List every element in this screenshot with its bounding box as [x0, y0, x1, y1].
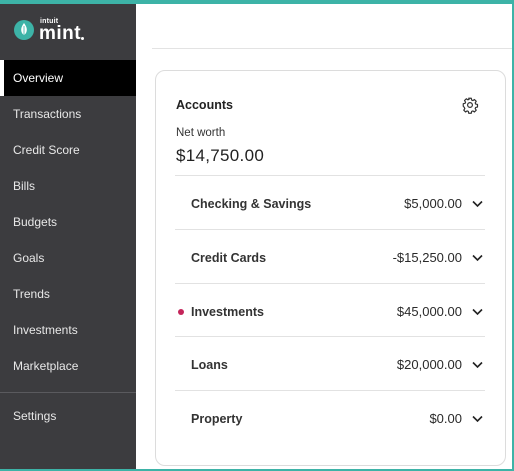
sidebar-item-label: Credit Score — [13, 143, 80, 157]
sidebar-item-transactions[interactable]: Transactions — [0, 96, 136, 132]
sidebar-item-trends[interactable]: Trends — [0, 276, 136, 312]
account-name: Checking & Savings — [191, 197, 312, 211]
sidebar: intuit mint Overview Transactions Credit… — [0, 4, 136, 469]
sidebar-item-label: Investments — [13, 323, 78, 337]
account-amount: $0.00 — [429, 411, 462, 426]
account-row-credit-cards[interactable]: Credit Cards -$15,250.00 — [175, 229, 485, 282]
sidebar-item-label: Goals — [13, 251, 45, 265]
account-name: Loans — [191, 358, 228, 372]
alert-dot-icon — [178, 309, 184, 315]
account-row-loans[interactable]: Loans $20,000.00 — [175, 336, 485, 389]
account-amount: -$15,250.00 — [392, 250, 462, 265]
account-name: Investments — [191, 305, 264, 319]
sidebar-item-label: Budgets — [13, 215, 58, 229]
sidebar-item-budgets[interactable]: Budgets — [0, 204, 136, 240]
sidebar-item-label: Overview — [13, 71, 64, 85]
accounts-title: Accounts — [176, 98, 233, 112]
accounts-card: Accounts Net worth $14,750.00 Checking &… — [155, 70, 506, 466]
logo-wordmark: intuit mint — [39, 16, 99, 44]
sidebar-item-label: Marketplace — [13, 359, 79, 373]
sidebar-item-label: Settings — [13, 409, 57, 423]
account-row-property[interactable]: Property $0.00 — [175, 390, 485, 443]
gear-icon[interactable] — [461, 96, 479, 114]
sidebar-item-label: Transactions — [13, 107, 82, 121]
sidebar-item-label: Bills — [13, 179, 36, 193]
header-divider — [152, 48, 512, 49]
chevron-down-icon — [472, 415, 483, 423]
sidebar-item-credit-score[interactable]: Credit Score — [0, 132, 136, 168]
account-amount: $45,000.00 — [396, 304, 462, 319]
sidebar-item-settings[interactable]: Settings — [0, 398, 136, 434]
logo-dot — [81, 37, 84, 40]
logo-product-text: mint — [39, 23, 82, 44]
net-worth-value: $14,750.00 — [176, 146, 265, 165]
sidebar-item-label: Trends — [13, 287, 50, 301]
account-amount: $20,000.00 — [396, 357, 462, 372]
account-row-investments[interactable]: Investments $45,000.00 — [175, 283, 485, 336]
sidebar-item-investments[interactable]: Investments — [0, 312, 136, 348]
sidebar-item-marketplace[interactable]: Marketplace — [0, 348, 136, 384]
net-worth-label: Net worth — [176, 127, 226, 139]
account-row-checking-savings[interactable]: Checking & Savings $5,000.00 — [175, 175, 485, 228]
chevron-down-icon — [472, 361, 483, 369]
chevron-down-icon — [472, 254, 483, 262]
chevron-down-icon — [472, 308, 483, 316]
account-name: Property — [191, 412, 243, 426]
account-amount: $5,000.00 — [404, 196, 462, 211]
sidebar-divider — [0, 392, 136, 393]
sidebar-item-overview[interactable]: Overview — [0, 60, 136, 96]
sidebar-item-goals[interactable]: Goals — [0, 240, 136, 276]
sidebar-item-bills[interactable]: Bills — [0, 168, 136, 204]
chevron-down-icon — [472, 200, 483, 208]
account-name: Credit Cards — [191, 251, 267, 265]
mint-logo[interactable]: intuit mint — [13, 15, 99, 44]
mint-leaf-logo-icon — [14, 20, 34, 40]
